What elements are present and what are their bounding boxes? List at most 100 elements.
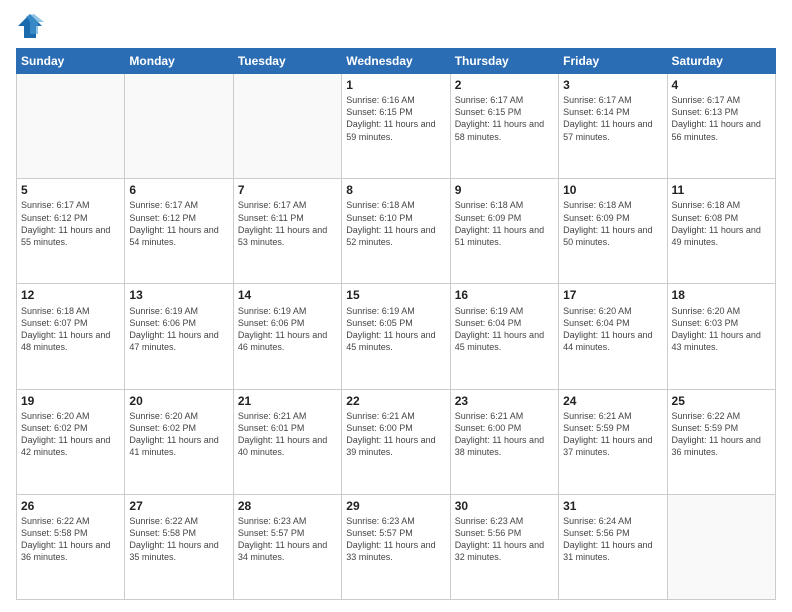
daylight-label: Daylight: 11 hours and 50 minutes.	[563, 225, 652, 247]
daylight-label: Daylight: 11 hours and 45 minutes.	[455, 330, 544, 352]
daylight-label: Daylight: 11 hours and 52 minutes.	[346, 225, 435, 247]
day-number: 30	[455, 498, 554, 514]
sunset-label: Sunset: 6:02 PM	[129, 423, 196, 433]
day-number: 12	[21, 287, 120, 303]
sunset-label: Sunset: 6:09 PM	[455, 213, 522, 223]
sunrise-label: Sunrise: 6:23 AM	[455, 516, 524, 526]
day-info: Sunrise: 6:20 AMSunset: 6:03 PMDaylight:…	[672, 305, 771, 354]
sunset-label: Sunset: 6:00 PM	[346, 423, 413, 433]
day-info: Sunrise: 6:22 AMSunset: 5:58 PMDaylight:…	[21, 515, 120, 564]
day-number: 18	[672, 287, 771, 303]
sunset-label: Sunset: 6:12 PM	[129, 213, 196, 223]
daylight-label: Daylight: 11 hours and 58 minutes.	[455, 119, 544, 141]
day-number: 10	[563, 182, 662, 198]
daylight-label: Daylight: 11 hours and 42 minutes.	[21, 435, 110, 457]
daylight-label: Daylight: 11 hours and 38 minutes.	[455, 435, 544, 457]
day-number: 28	[238, 498, 337, 514]
sunset-label: Sunset: 6:05 PM	[346, 318, 413, 328]
day-number: 13	[129, 287, 228, 303]
day-number: 27	[129, 498, 228, 514]
calendar-cell	[667, 494, 775, 599]
day-number: 21	[238, 393, 337, 409]
sunrise-label: Sunrise: 6:19 AM	[346, 306, 415, 316]
calendar-cell: 18 Sunrise: 6:20 AMSunset: 6:03 PMDayligh…	[667, 284, 775, 389]
calendar-cell: 9Sunrise: 6:18 AMSunset: 6:09 PMDaylight…	[450, 179, 558, 284]
day-number: 24	[563, 393, 662, 409]
daylight-label: Daylight: 11 hours and 46 minutes.	[238, 330, 327, 352]
calendar-cell: 5Sunrise: 6:17 AMSunset: 6:12 PMDaylight…	[17, 179, 125, 284]
calendar-cell: 4Sunrise: 6:17 AMSunset: 6:13 PMDaylight…	[667, 74, 775, 179]
day-info: Sunrise: 6:23 AMSunset: 5:56 PMDaylight:…	[455, 515, 554, 564]
sunrise-label: Sunrise: 6:18 AM	[455, 200, 524, 210]
day-number: 15	[346, 287, 445, 303]
sunrise-label: Sunrise: 6:18 AM	[672, 200, 741, 210]
sunset-label: Sunset: 5:58 PM	[21, 528, 88, 538]
day-number: 2	[455, 77, 554, 93]
sunset-label: Sunset: 5:58 PM	[129, 528, 196, 538]
day-info: Sunrise: 6:17 AMSunset: 6:14 PMDaylight:…	[563, 94, 662, 143]
day-number: 31	[563, 498, 662, 514]
day-info: Sunrise: 6:22 AMSunset: 5:58 PMDaylight:…	[129, 515, 228, 564]
calendar-cell	[125, 74, 233, 179]
sunrise-label: Sunrise: 6:23 AM	[346, 516, 415, 526]
sunset-label: Sunset: 5:59 PM	[563, 423, 630, 433]
sunset-label: Sunset: 6:03 PM	[672, 318, 739, 328]
day-number: 20	[129, 393, 228, 409]
daylight-label: Daylight: 11 hours and 40 minutes.	[238, 435, 327, 457]
calendar-cell: 13 Sunrise: 6:19 AMSunset: 6:06 PMDayligh…	[125, 284, 233, 389]
calendar-cell: 31Sunrise: 6:24 AMSunset: 5:56 PMDayligh…	[559, 494, 667, 599]
calendar-cell: 14Sunrise: 6:19 AMSunset: 6:06 PMDayligh…	[233, 284, 341, 389]
sunset-label: Sunset: 6:09 PM	[563, 213, 630, 223]
calendar-cell	[17, 74, 125, 179]
weekday-wednesday: Wednesday	[342, 49, 450, 74]
day-info: Sunrise: 6:23 AMSunset: 5:57 PMDaylight:…	[238, 515, 337, 564]
sunrise-label: Sunrise: 6:17 AM	[238, 200, 307, 210]
day-info: Sunrise: 6:18 AMSunset: 6:07 PMDaylight:…	[21, 305, 120, 354]
day-info: Sunrise: 6:18 AMSunset: 6:09 PMDaylight:…	[455, 199, 554, 248]
sunset-label: Sunset: 6:10 PM	[346, 213, 413, 223]
day-info: Sunrise: 6:17 AMSunset: 6:13 PMDaylight:…	[672, 94, 771, 143]
weekday-header-row: SundayMondayTuesdayWednesdayThursdayFrid…	[17, 49, 776, 74]
calendar-cell: 27Sunrise: 6:22 AMSunset: 5:58 PMDayligh…	[125, 494, 233, 599]
sunset-label: Sunset: 6:13 PM	[672, 107, 739, 117]
day-info: Sunrise: 6:20 AMSunset: 6:02 PMDaylight:…	[21, 410, 120, 459]
calendar-table: SundayMondayTuesdayWednesdayThursdayFrid…	[16, 48, 776, 600]
day-number: 23	[455, 393, 554, 409]
calendar-cell: 17Sunrise: 6:20 AMSunset: 6:04 PMDayligh…	[559, 284, 667, 389]
day-number: 29	[346, 498, 445, 514]
calendar-row-4: 26Sunrise: 6:22 AMSunset: 5:58 PMDayligh…	[17, 494, 776, 599]
calendar-cell: 30Sunrise: 6:23 AMSunset: 5:56 PMDayligh…	[450, 494, 558, 599]
sunset-label: Sunset: 5:59 PM	[672, 423, 739, 433]
calendar-cell: 12 Sunrise: 6:18 AMSunset: 6:07 PMDayligh…	[17, 284, 125, 389]
calendar-cell	[233, 74, 341, 179]
calendar-cell: 24Sunrise: 6:21 AMSunset: 5:59 PMDayligh…	[559, 389, 667, 494]
logo-icon	[16, 12, 44, 40]
day-number: 9	[455, 182, 554, 198]
calendar-cell: 8Sunrise: 6:18 AMSunset: 6:10 PMDaylight…	[342, 179, 450, 284]
logo	[16, 12, 48, 40]
sunrise-label: Sunrise: 6:21 AM	[563, 411, 632, 421]
day-number: 22	[346, 393, 445, 409]
daylight-label: Daylight: 11 hours and 44 minutes.	[563, 330, 652, 352]
day-info: Sunrise: 6:19 AM Sunset: 6:05 PM Daylight:…	[346, 305, 445, 354]
day-info: Sunrise: 6:23 AMSunset: 5:57 PMDaylight:…	[346, 515, 445, 564]
daylight-label: Daylight: 11 hours and 34 minutes.	[238, 540, 327, 562]
calendar-row-1: 5 Sunrise: 6:17 AM Sunset: 6:12 PM Daylight…	[17, 179, 776, 284]
day-number: 25	[672, 393, 771, 409]
sunrise-label: Sunrise: 6:24 AM	[563, 516, 632, 526]
day-info: Sunrise: 6:19 AMSunset: 6:06 PMDaylight:…	[129, 305, 228, 354]
day-number: 5	[21, 182, 120, 198]
sunrise-label: Sunrise: 6:18 AM	[563, 200, 632, 210]
sunrise-label: Sunrise: 6:22 AM	[21, 516, 90, 526]
calendar-cell: 29Sunrise: 6:23 AMSunset: 5:57 PMDayligh…	[342, 494, 450, 599]
day-info: Sunrise: 6:17 AMSunset: 6:15 PMDaylight:…	[455, 94, 554, 143]
weekday-monday: Monday	[125, 49, 233, 74]
calendar-cell: 6Sunrise: 6:17 AMSunset: 6:12 PMDaylight…	[125, 179, 233, 284]
sunrise-label: Sunrise: 6:21 AM	[346, 411, 415, 421]
calendar-cell: 1Sunrise: 6:16 AMSunset: 6:15 PMDaylight…	[342, 74, 450, 179]
sunrise-label: Sunrise: 6:22 AM	[129, 516, 198, 526]
sunrise-label: Sunrise: 6:18 AM	[21, 306, 90, 316]
sunrise-label: Sunrise: 6:23 AM	[238, 516, 307, 526]
daylight-label: Daylight: 11 hours and 45 minutes.	[346, 330, 435, 352]
day-info: Sunrise: 6:21 AMSunset: 6:01 PMDaylight:…	[238, 410, 337, 459]
